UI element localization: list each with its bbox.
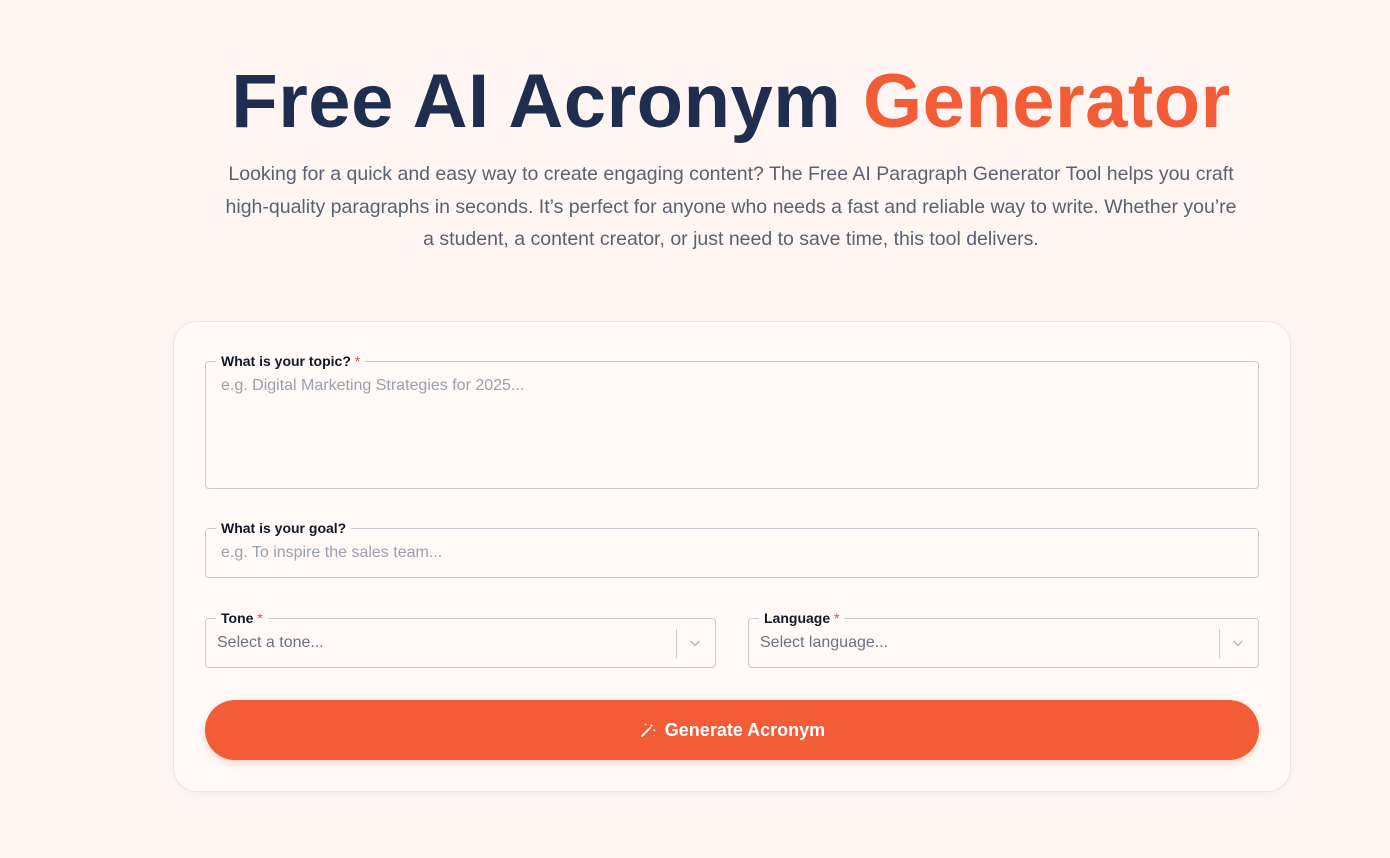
topic-label-text: What is your topic? [221,353,351,369]
chevron-down-icon[interactable] [1230,635,1246,651]
goal-label: What is your goal? [216,520,352,536]
generate-acronym-button[interactable]: Generate Acronym [205,700,1259,760]
language-label-text: Language [764,610,831,626]
tone-select[interactable]: Tone * Select a tone... [205,610,716,668]
goal-field[interactable]: What is your goal? e.g. To inspire the s… [205,520,1259,578]
goal-label-text: What is your goal? [221,520,347,536]
topic-placeholder[interactable]: e.g. Digital Marketing Strategies for 20… [221,376,524,396]
topic-field[interactable]: What is your topic? * e.g. Digital Marke… [205,353,1259,489]
topic-label: What is your topic? * [216,353,366,369]
required-mark: * [354,353,361,369]
select-separator [676,629,677,658]
tone-label-text: Tone [221,610,254,626]
select-separator [1219,629,1220,658]
goal-placeholder[interactable]: e.g. To inspire the sales team... [221,543,442,563]
title-main: Free AI Acronym [231,59,842,144]
required-mark: * [834,610,840,626]
language-label: Language * [759,610,845,626]
title-accent: Generator [862,59,1231,144]
magic-wand-icon [640,722,656,737]
page-subtitle: Looking for a quick and easy way to crea… [225,163,1237,250]
required-mark: * [257,610,263,626]
language-select[interactable]: Language * Select language... [748,610,1259,668]
chevron-down-icon[interactable] [687,635,703,651]
page: Free AI Acronym Generator Looking for a … [0,0,1390,858]
page-title: Free AI Acronym Generator [0,58,1390,146]
generate-button-label: Generate Acronym [664,719,826,740]
language-placeholder[interactable]: Select language... [760,633,888,653]
tone-placeholder[interactable]: Select a tone... [217,633,324,653]
tone-label: Tone * [216,610,268,626]
